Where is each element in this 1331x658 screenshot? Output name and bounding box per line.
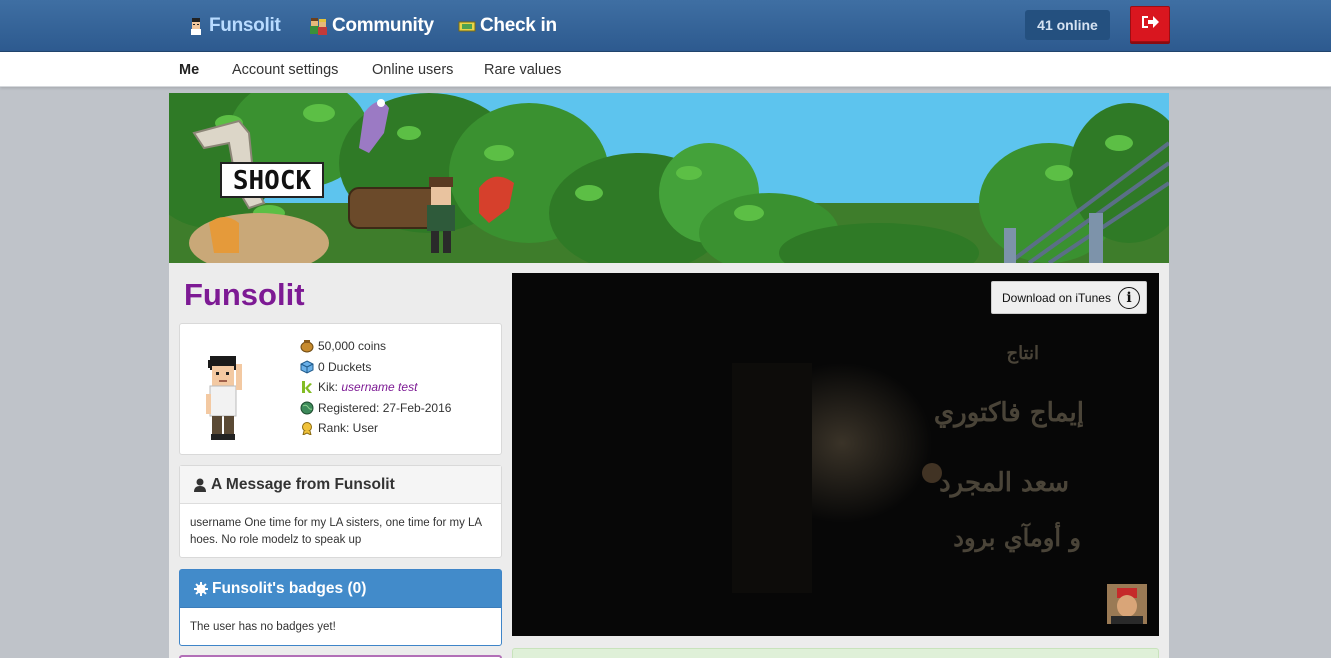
profile-banner: SHOCK [169,93,1169,263]
coins-value: 50,000 coins [318,339,387,354]
jungle-scene-image: SHOCK [169,93,1169,263]
subnav-account-settings[interactable]: Account settings [232,52,338,87]
logout-icon [1140,13,1160,36]
kik-icon [300,380,314,395]
badges-card-title: Funsolit's badges (0) [212,579,367,597]
message-card: A Message from Funsolit username One tim… [179,465,502,558]
video-credit-2: إيماج فاكتوري [933,398,1084,428]
banner-sign-text: SHOCK [233,166,312,196]
itunes-button-label: Download on iTunes [1002,290,1111,305]
logout-button[interactable] [1130,6,1170,42]
stat-registered: Registered: 27-Feb-2016 [300,398,451,419]
ducket-cube-icon [300,360,314,374]
stat-duckets: 0 Duckets [300,357,451,378]
nav-community[interactable]: Community [310,0,434,51]
stat-rank: Rank: User [300,418,451,439]
top-navbar: Funsolit Community Check in 41 online [0,0,1331,52]
user-icon [194,478,206,492]
nav-check-in-label: Check in [480,14,557,36]
info-icon: i [1118,287,1140,309]
rank-value: Rank: User [318,421,379,436]
medal-icon [300,421,314,437]
success-panel-partial [512,648,1159,658]
download-itunes-button[interactable]: Download on iTunes i [991,281,1147,314]
user-avatar [206,356,242,440]
badges-empty-text: The user has no badges yet! [190,621,336,633]
video-credit-1: انتاج [1006,343,1039,364]
avatar-icon [187,17,205,35]
nav-community-label: Community [332,14,434,36]
online-count-badge: 41 online [1025,10,1110,40]
badges-card-header: Funsolit's badges (0) [180,570,501,608]
registered-value: Registered: 27-Feb-2016 [318,400,452,415]
subnav-online-users[interactable]: Online users [372,52,453,87]
page-title: Funsolit [184,277,305,312]
video-player[interactable]: انتاج إيماج فاكتوري سعد المجرد و أومآي ب… [512,273,1159,636]
stat-coins: 50,000 coins [300,336,451,357]
subnav-me[interactable]: Me [179,52,199,87]
message-card-title: A Message from Funsolit [211,475,395,493]
subnav-rare-values[interactable]: Rare values [484,52,561,87]
badges-card: Funsolit's badges (0) The user has no ba… [179,569,502,646]
globe-icon [300,401,314,415]
community-icon [310,17,328,35]
video-credit-3: سعد المجرد [939,468,1069,498]
profile-container: SHOCK Funsolit 50,000 coins 0 Duckets Ki… [169,93,1169,658]
sub-navbar: Me Account settings Online users Rare va… [0,52,1331,87]
duckets-value: 0 Duckets [318,359,372,374]
profile-card: 50,000 coins 0 Duckets Kik: username tes… [179,323,502,455]
video-credit-4: و أومآي برود [953,523,1081,552]
video-frame-image [512,273,1159,636]
ticket-icon [458,17,476,35]
message-card-header: A Message from Funsolit [180,466,501,504]
nav-funsolit[interactable]: Funsolit [187,0,281,51]
coin-sack-icon [300,339,314,353]
message-text: username One time for my LA sisters, one… [190,517,482,546]
gear-icon [194,581,208,596]
nav-check-in[interactable]: Check in [458,0,557,51]
stat-kik: Kik: username test [300,377,451,398]
nav-funsolit-label: Funsolit [209,14,281,36]
kik-username: username test [341,380,418,395]
kik-label: Kik: [318,380,339,395]
artist-thumbnail[interactable] [1107,584,1147,624]
